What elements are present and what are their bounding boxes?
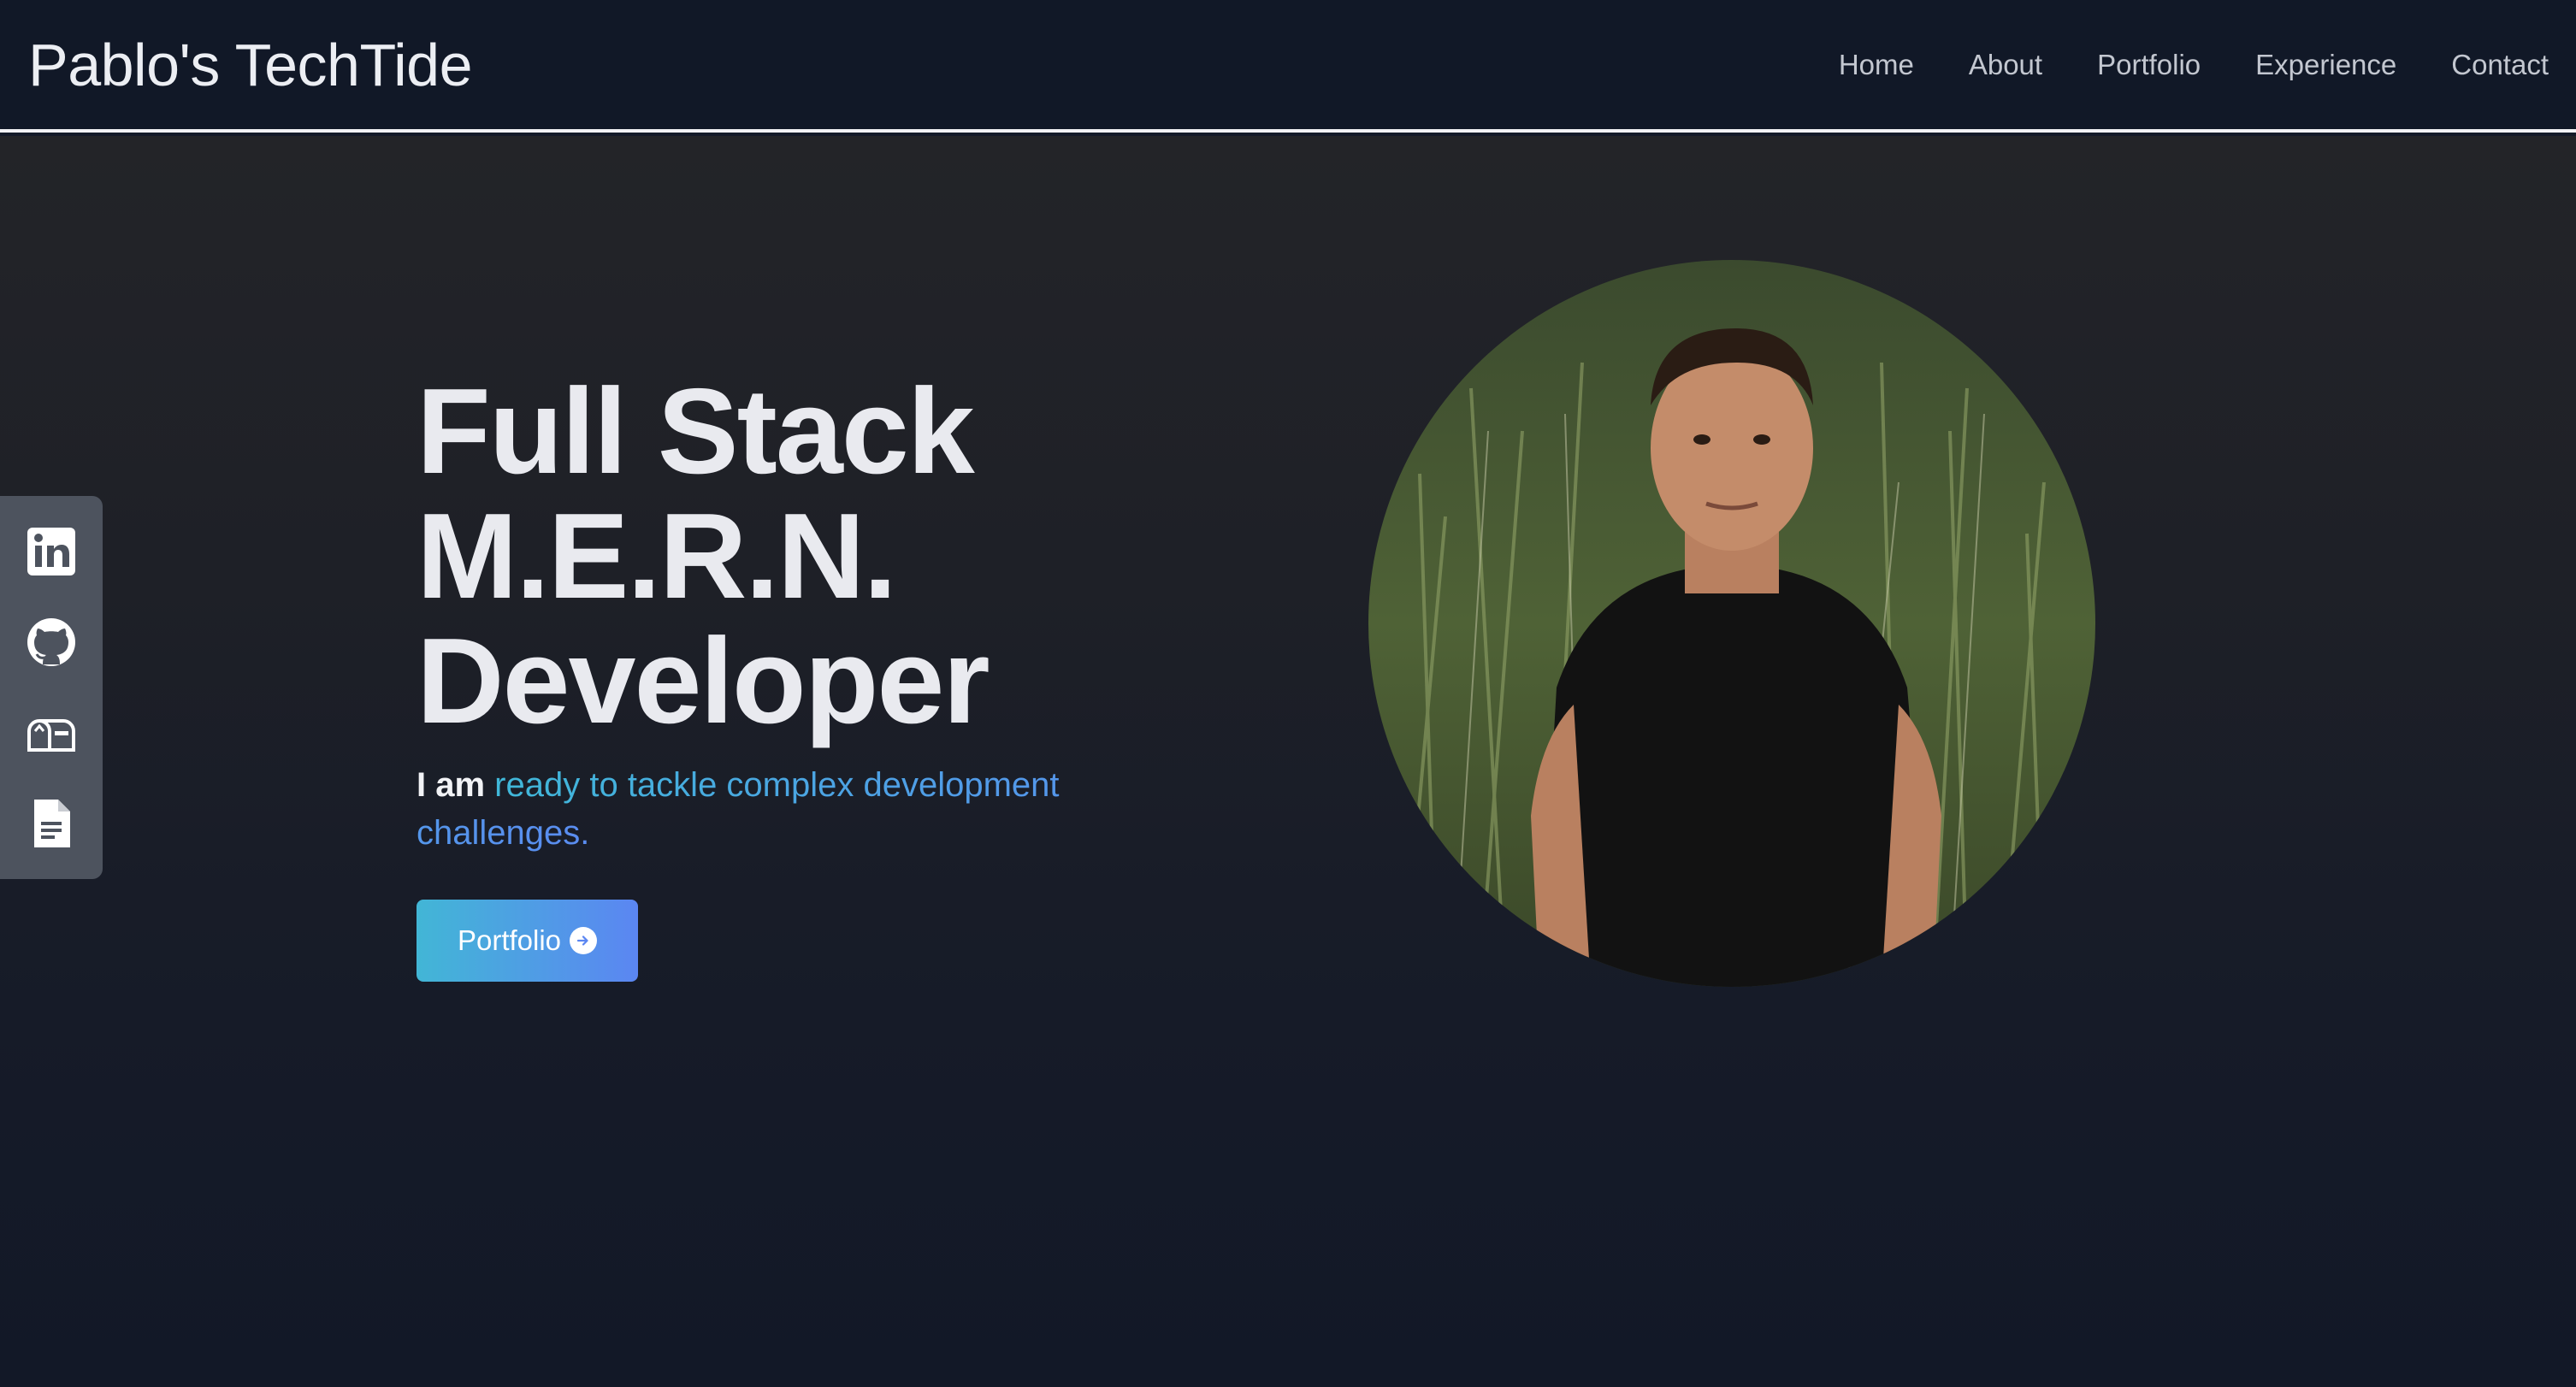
- mailbox-icon[interactable]: [24, 705, 79, 760]
- nav-item-portfolio[interactable]: Portfolio: [2097, 49, 2201, 81]
- brand-logo-text[interactable]: Pablo's TechTide: [28, 31, 473, 99]
- headline-line-1: Full Stack: [417, 363, 975, 499]
- social-sidebar: [0, 496, 103, 879]
- linkedin-icon[interactable]: [24, 524, 79, 579]
- resume-document-icon[interactable]: [24, 796, 79, 851]
- nav-item-contact[interactable]: Contact: [2451, 49, 2549, 81]
- nav-links: Home About Portfolio Experience Contact: [1839, 49, 2549, 81]
- profile-photo: [1368, 260, 2095, 987]
- portfolio-button-label: Portfolio: [457, 924, 562, 956]
- portfolio-button[interactable]: Portfolio: [417, 900, 638, 982]
- hero-tagline: I am ready to tackle complex development…: [417, 761, 1118, 857]
- hero-headline: Full Stack M.E.R.N. Developer: [417, 369, 1186, 744]
- headline-line-2: M.E.R.N.: [417, 488, 897, 624]
- nav-item-about[interactable]: About: [1969, 49, 2042, 81]
- headline-line-3: Developer: [417, 613, 990, 749]
- hero-section: [0, 136, 2576, 1387]
- github-icon[interactable]: [24, 615, 79, 670]
- arrow-right-circle-icon: [570, 927, 598, 954]
- tagline-lead: I am: [417, 766, 486, 804]
- tagline-accent: ready to tackle complex development chal…: [417, 766, 1060, 852]
- top-navbar: Pablo's TechTide Home About Portfolio Ex…: [0, 0, 2576, 133]
- nav-item-home[interactable]: Home: [1839, 49, 1914, 81]
- nav-item-experience[interactable]: Experience: [2255, 49, 2396, 81]
